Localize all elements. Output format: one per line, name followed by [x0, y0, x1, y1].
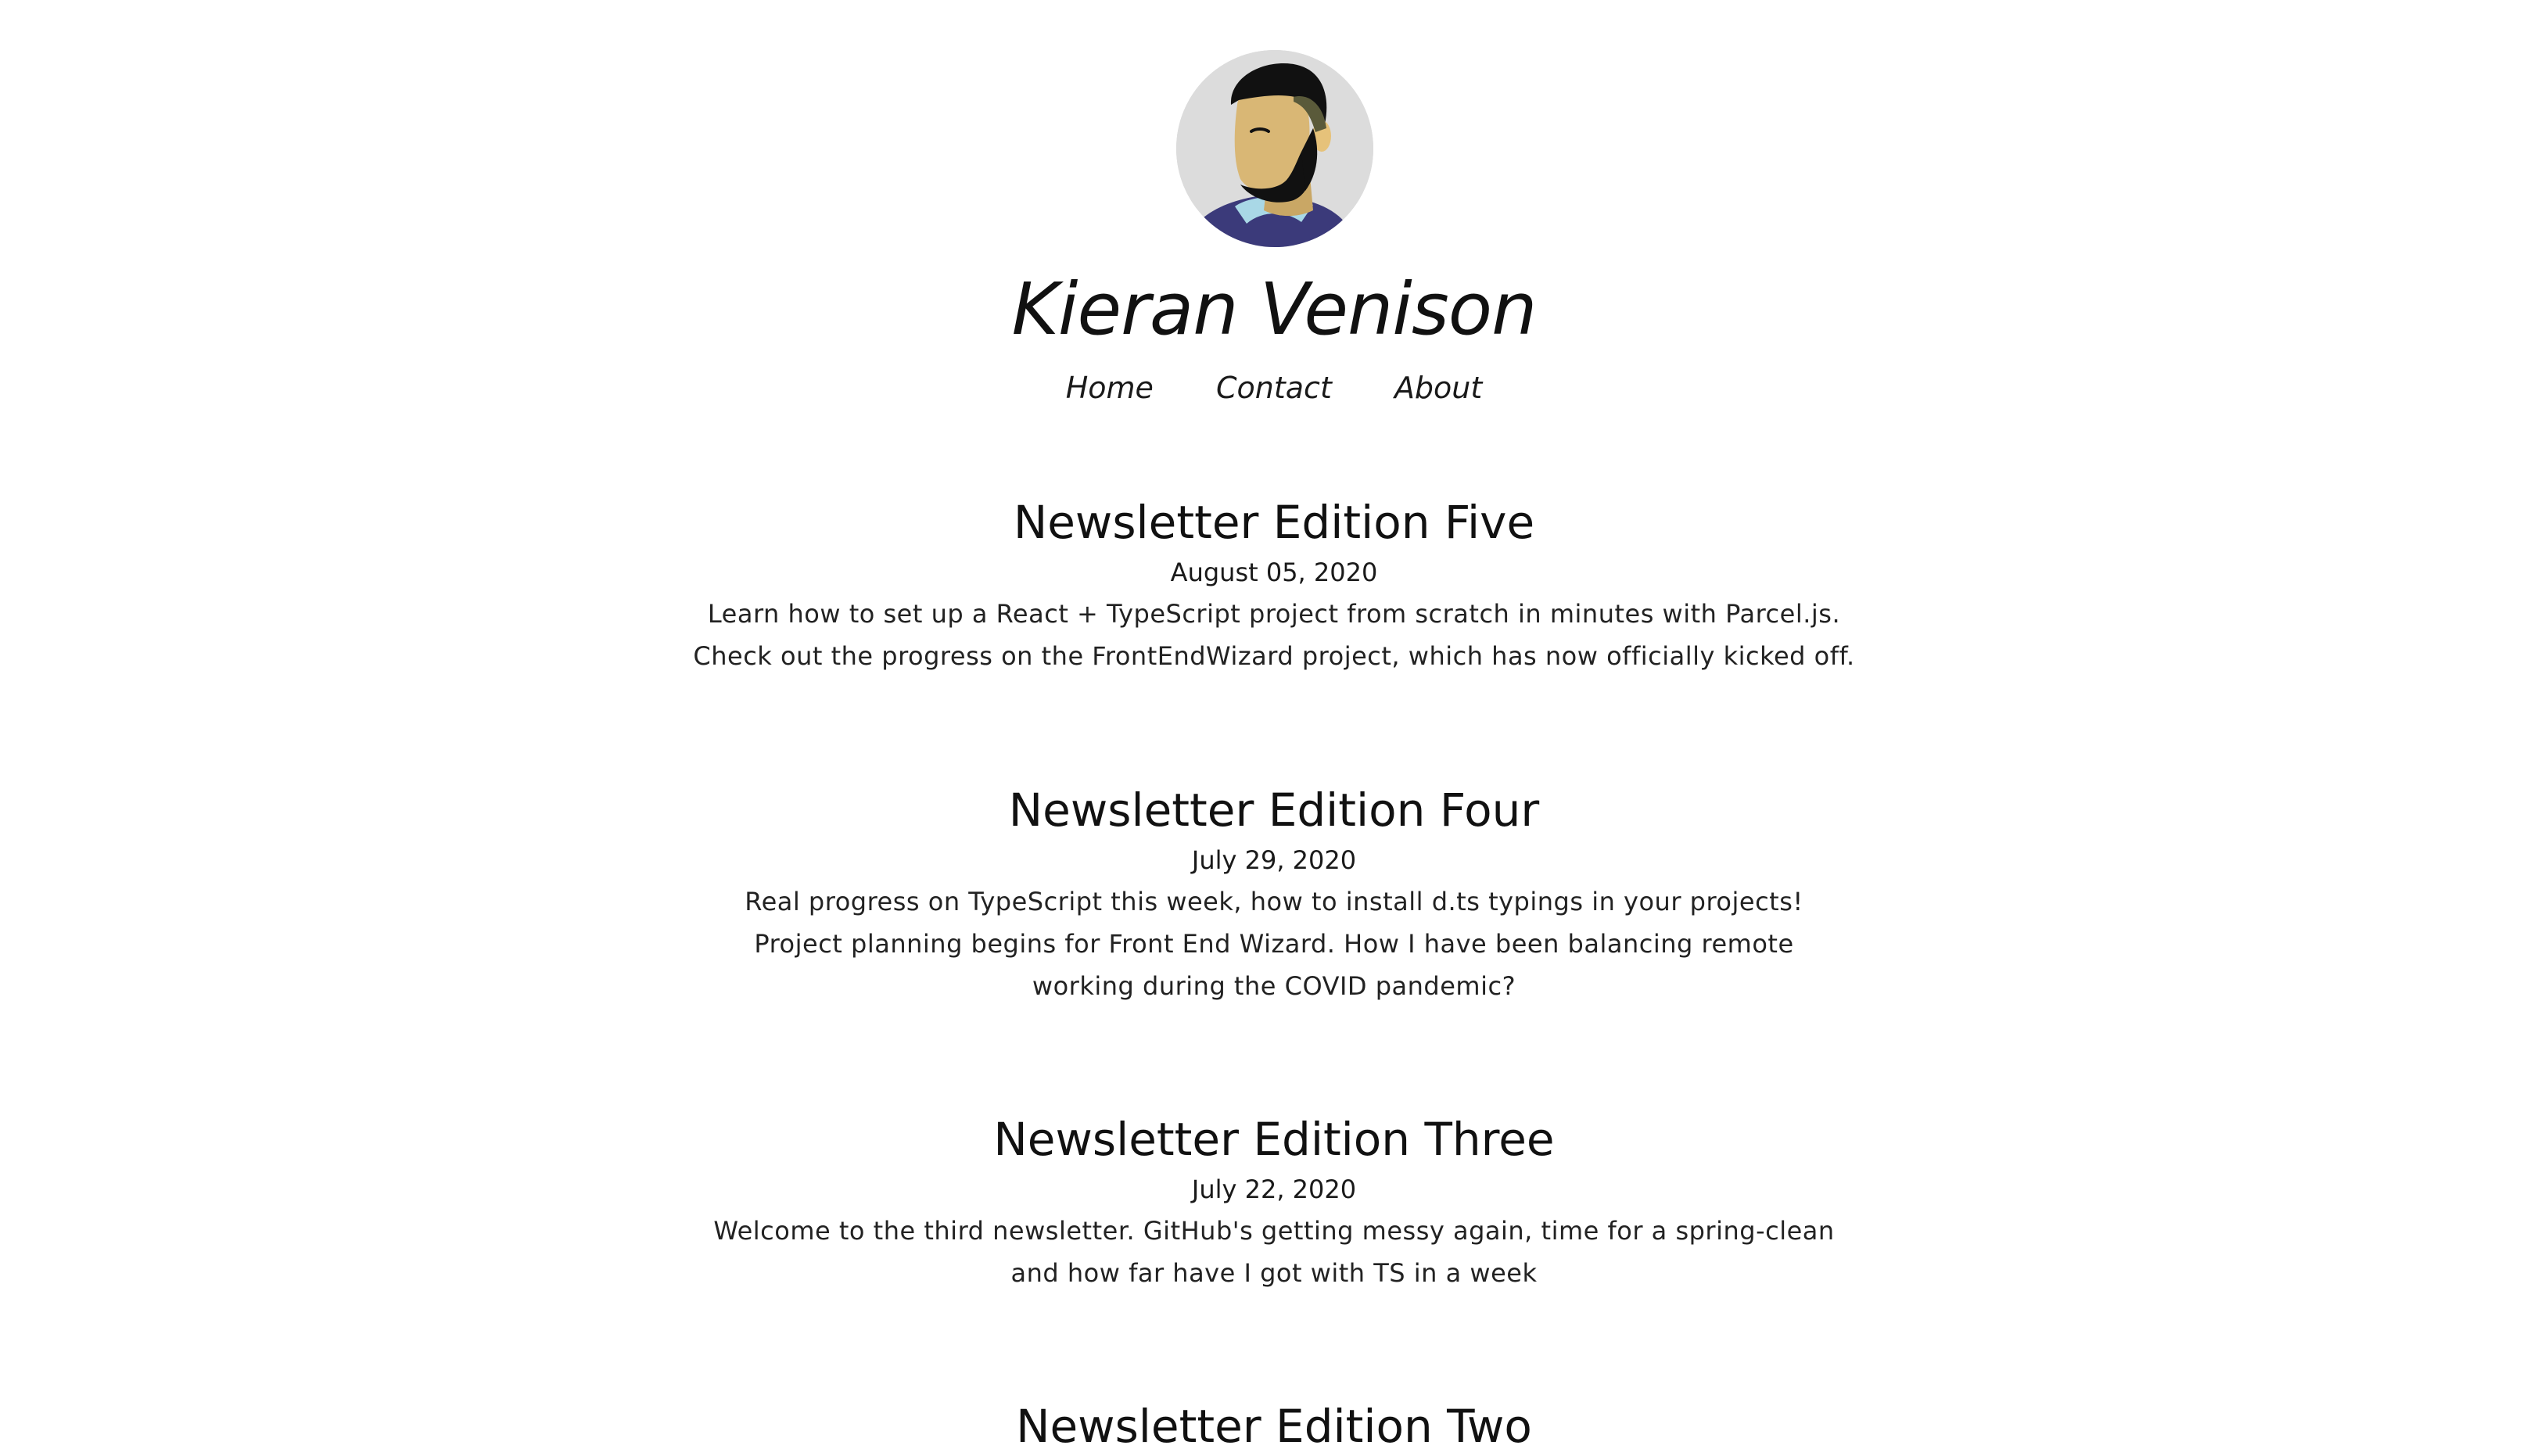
post-title-link[interactable]: Newsletter Edition Five: [673, 493, 1875, 552]
nav-contact-link[interactable]: Contact: [1216, 366, 1332, 410]
bearded-man-avatar-icon: [1176, 50, 1373, 247]
post-item: Newsletter Edition Two: [673, 1397, 1875, 1456]
nav-home-link[interactable]: Home: [1066, 366, 1154, 410]
post-date: July 29, 2020: [1191, 845, 1357, 875]
post-excerpt: Learn how to set up a React + TypeScript…: [693, 599, 1855, 671]
post-item: Newsletter Edition Five August 05, 2020 …: [673, 493, 1875, 677]
post-item: Newsletter Edition Four July 29, 2020 Re…: [673, 780, 1875, 1007]
site-title: Kieran Venison: [1011, 267, 1538, 351]
post-title-link[interactable]: Newsletter Edition Two: [673, 1397, 1875, 1456]
post-date: August 05, 2020: [1170, 558, 1378, 587]
post-title-link[interactable]: Newsletter Edition Three: [673, 1110, 1875, 1169]
post-excerpt: Real progress on TypeScript this week, h…: [745, 887, 1803, 1001]
nav-about-link[interactable]: About: [1394, 366, 1482, 410]
post-excerpt: Welcome to the third newsletter. GitHub'…: [713, 1216, 1835, 1288]
main-nav: Home Contact About: [0, 366, 2548, 410]
post-date: July 22, 2020: [1191, 1174, 1357, 1204]
post-item: Newsletter Edition Three July 22, 2020 W…: [673, 1110, 1875, 1294]
post-title-link[interactable]: Newsletter Edition Four: [673, 780, 1875, 840]
page: Kieran Venison Home Contact About Newsle…: [0, 0, 2548, 1456]
avatar: [1176, 50, 1373, 247]
